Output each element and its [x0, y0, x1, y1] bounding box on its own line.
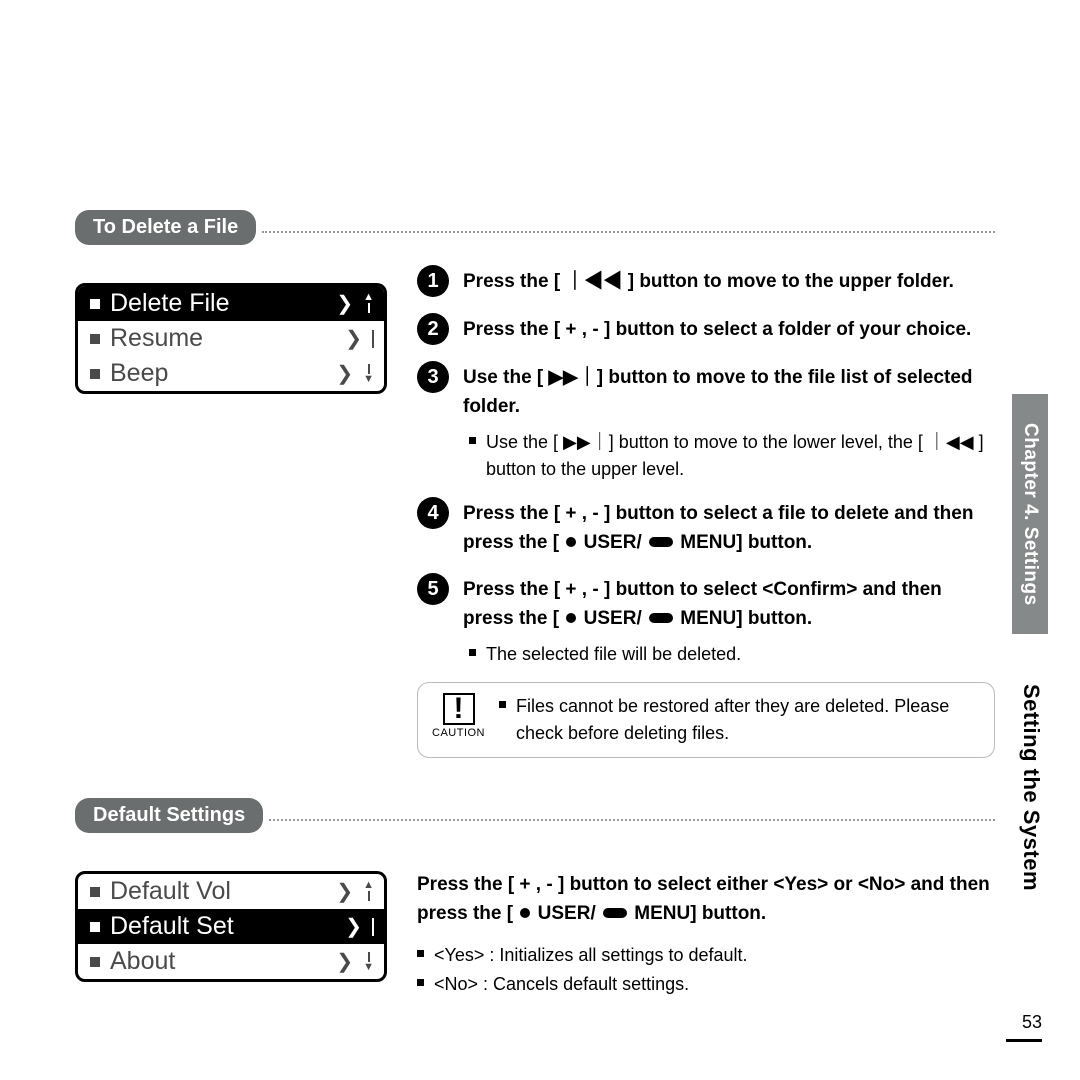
sub-text: <Yes> : Initializes all settings to defa…	[434, 942, 748, 969]
screen-item-label: Delete File	[110, 289, 336, 318]
square-bullet-icon	[469, 437, 476, 444]
caution-label: CAUTION	[432, 727, 485, 739]
default-main-text: Press the [ + , - ] button to select eit…	[417, 853, 995, 928]
record-dot-icon	[520, 908, 530, 918]
screen-item-delete-file: Delete File ❯ ▲	[78, 286, 384, 321]
screen-item-label: Beep	[110, 359, 336, 388]
page-number-text: 53	[1022, 1012, 1042, 1032]
step-number-badge: 4	[417, 497, 449, 529]
chevron-right-icon: ❯	[336, 361, 353, 386]
step-5: 5 Press the [ + , - ] button to select <…	[417, 573, 995, 633]
chevron-right-icon: ❯	[345, 326, 362, 351]
bullet-icon	[90, 369, 100, 379]
step-text: Use the [ ▶▶｜] button to move to the fil…	[463, 361, 995, 421]
screen-item-default-vol: Default Vol ❯ ▲	[78, 874, 384, 909]
step-text-part: USER/	[578, 532, 647, 553]
page-number-rule	[1006, 1039, 1042, 1042]
chevron-right-icon: ❯	[336, 291, 353, 316]
chevron-right-icon: ❯	[336, 949, 353, 974]
device-screen-delete: Delete File ❯ ▲ Resume ❯ Beep ❯ ▼	[75, 283, 387, 394]
sub-text: Use the [ ▶▶｜] button to move to the low…	[486, 429, 995, 483]
bullet-icon	[90, 299, 100, 309]
text-part: MENU] button.	[629, 903, 766, 924]
heading-to-delete-file: To Delete a File	[75, 210, 256, 245]
square-bullet-icon	[499, 701, 506, 708]
divider	[269, 811, 995, 821]
heading-default-settings: Default Settings	[75, 798, 263, 833]
default-sublist: <Yes> : Initializes all settings to defa…	[417, 942, 995, 998]
sub-text: The selected file will be deleted.	[486, 641, 741, 668]
chevron-right-icon: ❯	[345, 914, 362, 939]
section-title-vertical: Setting the System	[1018, 684, 1044, 891]
bullet-icon	[90, 922, 100, 932]
caution-box: ! CAUTION Files cannot be restored after…	[417, 682, 995, 758]
bullet-icon	[90, 887, 100, 897]
record-dot-icon	[566, 613, 576, 623]
scroll-indicator-icon: ▼	[363, 952, 374, 971]
scroll-indicator-icon: ▼	[363, 364, 374, 383]
scroll-indicator-icon: ▲	[363, 882, 374, 901]
step-text-part: MENU] button.	[675, 608, 812, 629]
step-number-badge: 2	[417, 313, 449, 345]
menu-pill-icon	[603, 908, 627, 918]
bullet-icon	[90, 957, 100, 967]
device-screen-default: Default Vol ❯ ▲ Default Set ❯ About ❯	[75, 871, 387, 982]
screen-item-label: Default Set	[110, 912, 345, 941]
step-text: Press the [ + , - ] button to select a f…	[463, 313, 971, 345]
text-part: USER/	[532, 903, 601, 924]
screen-item-label: Resume	[110, 324, 345, 353]
step-text-part: USER/	[578, 608, 647, 629]
caution-icon: ! CAUTION	[432, 693, 485, 739]
step-5-sublist: The selected file will be deleted.	[469, 641, 995, 668]
step-4: 4 Press the [ + , - ] button to select a…	[417, 497, 995, 557]
menu-pill-icon	[649, 613, 673, 623]
step-number-badge: 5	[417, 573, 449, 605]
step-text: Press the [ + , - ] button to select a f…	[463, 497, 995, 557]
step-number-badge: 3	[417, 361, 449, 393]
caution-text: Files cannot be restored after they are …	[516, 693, 980, 747]
record-dot-icon	[566, 537, 576, 547]
step-number-badge: 1	[417, 265, 449, 297]
screen-item-label: Default Vol	[110, 877, 336, 906]
page-number: 53	[1006, 1012, 1042, 1042]
step-1: 1 Press the [ ｜◀◀ ] button to move to th…	[417, 265, 995, 297]
step-text: Press the [ + , - ] button to select <Co…	[463, 573, 995, 633]
screen-item-beep: Beep ❯ ▼	[78, 356, 384, 391]
square-bullet-icon	[469, 649, 476, 656]
scroll-indicator-icon	[372, 918, 374, 936]
step-3: 3 Use the [ ▶▶｜] button to move to the f…	[417, 361, 995, 421]
scroll-indicator-icon	[372, 330, 374, 348]
screen-item-default-set: Default Set ❯	[78, 909, 384, 944]
sub-text: <No> : Cancels default settings.	[434, 971, 689, 998]
square-bullet-icon	[417, 950, 424, 957]
chapter-tab: Chapter 4. Settings	[1012, 394, 1048, 634]
square-bullet-icon	[417, 979, 424, 986]
screen-item-about: About ❯ ▼	[78, 944, 384, 979]
menu-pill-icon	[649, 537, 673, 547]
screen-item-label: About	[110, 947, 336, 976]
screen-item-resume: Resume ❯	[78, 321, 384, 356]
chevron-right-icon: ❯	[336, 879, 353, 904]
divider	[262, 223, 995, 233]
step-3-sublist: Use the [ ▶▶｜] button to move to the low…	[469, 429, 995, 483]
step-2: 2 Press the [ + , - ] button to select a…	[417, 313, 995, 345]
bullet-icon	[90, 334, 100, 344]
scroll-indicator-icon: ▲	[363, 294, 374, 313]
step-text: Press the [ ｜◀◀ ] button to move to the …	[463, 265, 954, 297]
step-text-part: MENU] button.	[675, 532, 812, 553]
